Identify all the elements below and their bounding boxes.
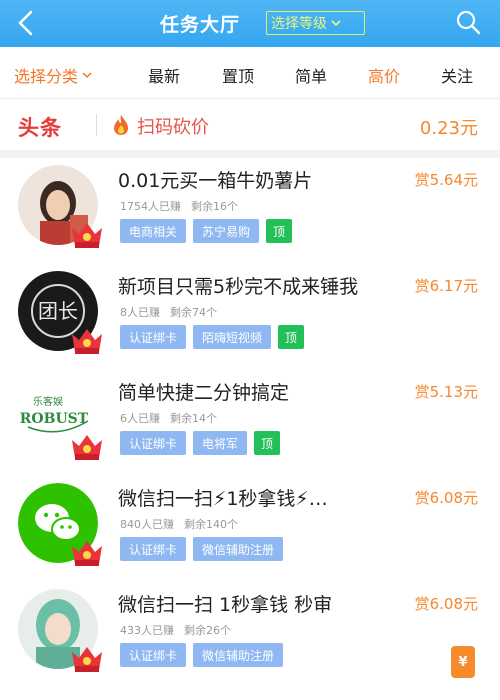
task-stats: 840人已赚 剩余140个 bbox=[120, 516, 238, 532]
page-title: 任务大厅 bbox=[160, 14, 241, 36]
task-done-count: 6人已赚 bbox=[120, 412, 160, 425]
task-remaining: 剩余14个 bbox=[170, 412, 217, 425]
task-remaining: 剩余140个 bbox=[184, 518, 238, 531]
pinned-badge: 顶 bbox=[266, 219, 293, 243]
chevron-down-icon bbox=[331, 20, 341, 27]
headline-tag: 头条 bbox=[18, 116, 62, 140]
headline-price: 0.23元 bbox=[419, 118, 478, 139]
task-tag: 微信辅助注册 bbox=[193, 643, 284, 667]
task-stats: 1754人已赚 剩余16个 bbox=[120, 198, 238, 214]
task-tag: 电将军 bbox=[193, 431, 248, 455]
task-stats: 433人已赚 剩余26个 bbox=[120, 622, 231, 638]
task-done-count: 8人已赚 bbox=[120, 306, 160, 319]
task-tag: 认证绑卡 bbox=[120, 325, 187, 349]
task-remaining: 剩余16个 bbox=[191, 200, 238, 213]
task-remaining: 剩余26个 bbox=[184, 624, 231, 637]
level-select-label: 选择等级 bbox=[271, 16, 327, 32]
level-select-dropdown[interactable]: 选择等级 bbox=[266, 11, 365, 35]
avatar bbox=[18, 165, 102, 249]
task-tags: 认证绑卡 陌嗨短视频 顶 bbox=[120, 325, 305, 349]
task-reward: 赏6.17元 bbox=[414, 277, 478, 295]
divider bbox=[0, 150, 500, 158]
task-title: 0.01元买一箱牛奶薯片 bbox=[118, 170, 313, 192]
task-title: 简单快捷二分钟搞定 bbox=[118, 382, 290, 404]
crown-badge-icon bbox=[72, 541, 102, 566]
task-done-count: 433人已赚 bbox=[120, 624, 174, 637]
pinned-badge: 顶 bbox=[254, 431, 281, 455]
task-stats: 8人已赚 剩余74个 bbox=[120, 304, 217, 320]
task-tag: 认证绑卡 bbox=[120, 431, 187, 455]
svg-text:团长: 团长 bbox=[38, 299, 78, 323]
search-icon[interactable] bbox=[454, 8, 482, 36]
tab-category-label: 选择分类 bbox=[14, 67, 79, 86]
task-done-count: 840人已赚 bbox=[120, 518, 174, 531]
filter-tabs: 选择分类 最新 置顶 简单 高价 关注 bbox=[0, 47, 500, 99]
chevron-down-icon bbox=[82, 72, 92, 79]
task-item[interactable]: 微信扫一扫⚡1秒拿钱⚡… 赏6.08元 840人已赚 剩余140个 认证绑卡 微信… bbox=[0, 476, 500, 582]
task-title: 微信扫一扫 1秒拿钱 秒审 bbox=[118, 594, 333, 616]
back-arrow-icon[interactable] bbox=[12, 8, 42, 38]
crown-badge-icon bbox=[72, 329, 102, 354]
task-item[interactable]: 微信扫一扫 1秒拿钱 秒审 赏6.08元 433人已赚 剩余26个 认证绑卡 微信… bbox=[0, 582, 500, 688]
tab-simple[interactable]: 简单 bbox=[295, 63, 327, 87]
tab-pinned[interactable]: 置顶 bbox=[222, 63, 254, 87]
task-done-count: 1754人已赚 bbox=[120, 200, 181, 213]
task-tags: 认证绑卡 微信辅助注册 bbox=[120, 643, 284, 667]
tab-latest[interactable]: 最新 bbox=[148, 63, 180, 87]
header-bar: 任务大厅 选择等级 bbox=[0, 0, 500, 47]
task-tags: 认证绑卡 微信辅助注册 bbox=[120, 537, 284, 561]
task-item[interactable]: 乐客娱 ROBUST 简单快捷二分钟搞定 赏5.13元 6人已赚 剩余14个 认证… bbox=[0, 370, 500, 476]
task-tag: 认证绑卡 bbox=[120, 537, 187, 561]
task-tag: 苏宁易购 bbox=[193, 219, 260, 243]
crown-badge-icon bbox=[72, 647, 102, 672]
avatar bbox=[18, 483, 102, 567]
task-tag: 认证绑卡 bbox=[120, 643, 187, 667]
tab-high-price[interactable]: 高价 bbox=[368, 63, 400, 87]
floating-reward-button[interactable]: ¥ bbox=[451, 646, 475, 678]
avatar: 团长 bbox=[18, 271, 102, 355]
pinned-badge: 顶 bbox=[278, 325, 305, 349]
task-reward: 赏5.64元 bbox=[414, 171, 478, 189]
fire-icon bbox=[114, 115, 128, 135]
task-reward: 赏5.13元 bbox=[414, 383, 478, 401]
svg-text:ROBUST: ROBUST bbox=[20, 411, 89, 427]
task-reward: 赏6.08元 bbox=[414, 595, 478, 613]
task-tags: 电商相关 苏宁易购 顶 bbox=[120, 219, 293, 243]
tab-follow[interactable]: 关注 bbox=[441, 63, 473, 87]
task-tag: 微信辅助注册 bbox=[193, 537, 284, 561]
avatar: 乐客娱 ROBUST bbox=[18, 377, 102, 461]
task-item[interactable]: 0.01元买一箱牛奶薯片 赏5.64元 1754人已赚 剩余16个 电商相关 苏宁… bbox=[0, 158, 500, 264]
task-tags: 认证绑卡 电将军 顶 bbox=[120, 431, 281, 455]
task-tag: 陌嗨短视频 bbox=[193, 325, 272, 349]
task-stats: 6人已赚 剩余14个 bbox=[120, 410, 217, 426]
divider bbox=[96, 114, 97, 136]
headline-banner[interactable]: 头条 扫码砍价 0.23元 bbox=[0, 100, 500, 150]
task-item[interactable]: 团长 新项目只需5秒完不成来锤我 赏6.17元 8人已赚 剩余74个 认证绑卡 陌… bbox=[0, 264, 500, 370]
svg-text:乐客娱: 乐客娱 bbox=[33, 395, 63, 408]
task-remaining: 剩余74个 bbox=[170, 306, 217, 319]
task-reward: 赏6.08元 bbox=[414, 489, 478, 507]
crown-badge-icon bbox=[72, 435, 102, 460]
task-tag: 电商相关 bbox=[120, 219, 187, 243]
avatar bbox=[18, 589, 102, 673]
tab-category[interactable]: 选择分类 bbox=[14, 63, 94, 87]
task-title: 新项目只需5秒完不成来锤我 bbox=[118, 276, 359, 298]
task-title: 微信扫一扫⚡1秒拿钱⚡… bbox=[118, 488, 328, 510]
headline-text: 扫码砍价 bbox=[137, 117, 209, 138]
crown-badge-icon bbox=[72, 223, 102, 248]
